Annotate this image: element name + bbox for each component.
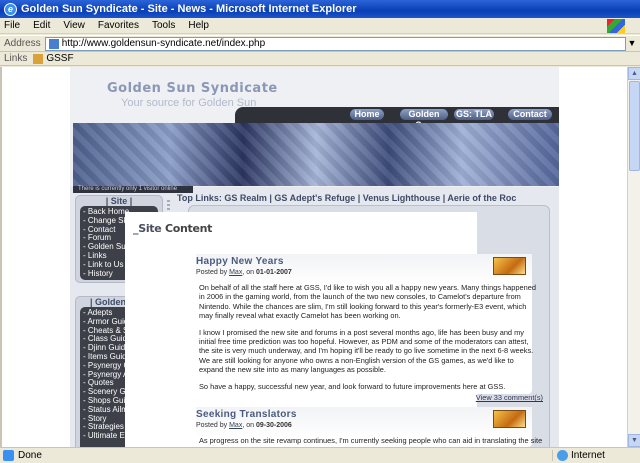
vertical-scrollbar[interactable]: ▲ ▼	[627, 67, 640, 447]
browser-viewport: Golden Sun Syndicate Your source for Gol…	[0, 67, 627, 447]
status-text: Done	[18, 450, 42, 461]
menu-favorites[interactable]: Favorites	[98, 20, 139, 31]
windows-flag-icon	[607, 19, 625, 33]
online-visitors: There is currently only 1 visitor online	[73, 186, 193, 193]
top-links-list[interactable]: GS Realm | GS Adept's Refuge | Venus Lig…	[224, 193, 516, 203]
news-header-1: Happy New Years Posted by Max, on 01-01-…	[196, 254, 532, 284]
top-links: Top Links: GS Realm | GS Adept's Refuge …	[177, 193, 559, 205]
posted-by-label: Posted by	[196, 422, 228, 429]
nav-golden-sun-button[interactable]: Golden Sun	[400, 109, 448, 130]
security-zone: Internet	[552, 450, 640, 461]
links-item-gssf[interactable]: GSSF	[46, 53, 73, 64]
links-label: Links	[4, 53, 28, 64]
top-links-label: Top Links:	[177, 193, 222, 203]
news-author-link-1[interactable]: Max	[229, 269, 242, 276]
page-margin-right	[559, 67, 627, 447]
site-nav-heading: | Site |	[105, 196, 133, 206]
address-bar: Address http://www.goldensun-syndicate.n…	[0, 35, 640, 52]
news-title-2[interactable]: Seeking Translators	[196, 409, 297, 420]
scroll-up-icon[interactable]: ▲	[628, 67, 640, 80]
news-title-1[interactable]: Happy New Years	[196, 256, 284, 267]
news-thumbnail-2	[493, 410, 526, 428]
posted-on-label: , on	[242, 422, 255, 429]
nav-contact-button[interactable]: Contact	[508, 109, 552, 120]
news-item-2: Seeking Translators Posted by Max, on 09…	[196, 407, 543, 447]
banner-texture	[73, 123, 559, 186]
news-paragraph: I know I promised the new site and forum…	[199, 327, 534, 375]
news-date-1: 01-01-2007	[255, 269, 292, 276]
status-bar: Done Internet	[0, 447, 640, 463]
scroll-thumb[interactable]	[629, 81, 640, 171]
address-input[interactable]: http://www.goldensun-syndicate.net/index…	[44, 36, 626, 51]
news-paragraph: As progress on the site revamp continues…	[199, 436, 543, 445]
page-done-icon	[3, 450, 14, 461]
news-date-2: 09-30-2006	[255, 422, 292, 429]
site-content-heading: _Site Content	[133, 222, 212, 235]
link-page-icon	[33, 53, 44, 64]
news-meta-2: Posted by Max, on 09-30-2006	[196, 422, 292, 429]
site-content-word: Content	[164, 222, 213, 235]
posted-by-label: Posted by	[196, 269, 228, 276]
page-margin-left	[2, 67, 70, 447]
address-dropdown-icon[interactable]: ▼	[626, 38, 638, 50]
menu-edit[interactable]: Edit	[33, 20, 50, 31]
ie-logo-icon: e	[4, 2, 17, 16]
nav-gs-tla-button[interactable]: GS: TLA	[454, 109, 494, 120]
news-header-2: Seeking Translators Posted by Max, on 09…	[196, 407, 532, 437]
window-title-bar: e Golden Sun Syndicate - Site - News - M…	[0, 0, 640, 18]
posted-on-label: , on	[242, 269, 255, 276]
news-thumbnail-1	[493, 257, 526, 275]
site-logo-subtitle: Your source for Golden Sun	[121, 97, 257, 109]
links-bar: Links GSSF	[0, 52, 640, 66]
page-icon	[48, 38, 59, 49]
news-paragraph: On behalf of all the staff here at GSS, …	[199, 283, 536, 321]
scroll-down-icon[interactable]: ▼	[628, 434, 640, 447]
menu-view[interactable]: View	[63, 20, 85, 31]
zone-label: Internet	[571, 450, 605, 461]
news-paragraph: So have a happy, successful new year, an…	[199, 381, 506, 391]
view-comments-link-1[interactable]: View 33 comment(s)	[199, 393, 543, 402]
menu-bar: File Edit View Favorites Tools Help ◀ ▶ …	[0, 18, 640, 51]
header-banner-image	[73, 123, 559, 186]
menu-file[interactable]: File	[4, 20, 20, 31]
news-item-1: Happy New Years Posted by Max, on 01-01-…	[196, 254, 543, 402]
address-label: Address	[4, 38, 41, 49]
address-url: http://www.goldensun-syndicate.net/index…	[61, 38, 266, 49]
globe-icon	[557, 450, 568, 461]
site-logo-title: Golden Sun Syndicate	[107, 81, 278, 96]
site-header: Golden Sun Syndicate Your source for Gol…	[70, 67, 559, 193]
menu-tools[interactable]: Tools	[152, 20, 175, 31]
news-body-1: On behalf of all the staff here at GSS, …	[199, 283, 543, 402]
window-title: Golden Sun Syndicate - Site - News - Mic…	[21, 3, 357, 15]
menu-help[interactable]: Help	[188, 20, 209, 31]
news-body-2: As progress on the site revamp continues…	[199, 436, 543, 447]
news-author-link-2[interactable]: Max	[229, 422, 242, 429]
news-meta-1: Posted by Max, on 01-01-2007	[196, 269, 292, 276]
nav-home-button[interactable]: Home	[350, 109, 384, 120]
site-content-prefix: _Site	[133, 222, 162, 235]
